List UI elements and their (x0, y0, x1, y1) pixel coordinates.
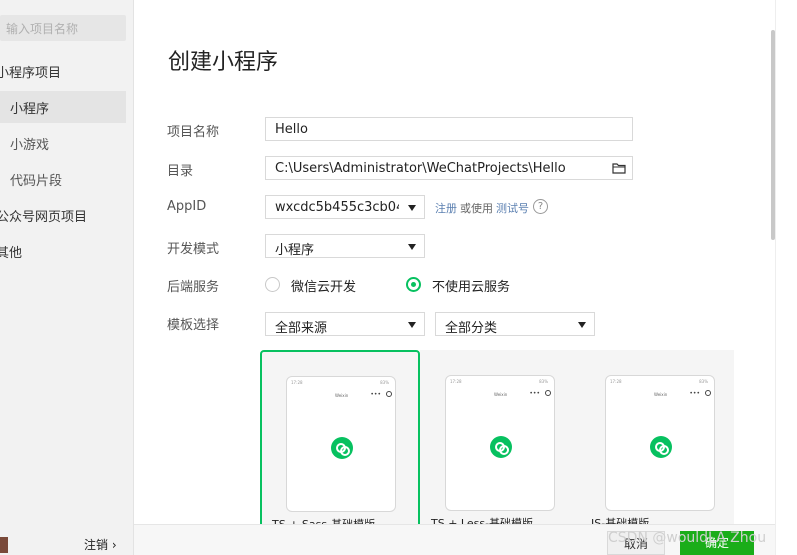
sidebar-item-label: 小程序 (10, 102, 50, 117)
phone-preview: 17:28 83% Weixin ••• (286, 376, 396, 512)
sidebar: 输入项目名称 小程序项目 小程序 小游戏 代码片段 公众号网页项目 其他 注销 … (0, 0, 134, 555)
chevron-down-icon (408, 244, 416, 250)
sidebar-item-official-web[interactable]: 公众号网页项目 (0, 199, 126, 231)
window-edge (775, 0, 797, 555)
appid-select[interactable]: wxcdc5b455c3cb0499 (265, 195, 425, 219)
more-icon: ••• (370, 391, 381, 398)
template-label: 模板选择 (167, 318, 220, 333)
directory-label: 目录 (167, 164, 194, 179)
chevron-down-icon (408, 205, 416, 211)
category-value: 全部分类 (445, 321, 498, 336)
logout-button[interactable]: 注销 › (84, 536, 117, 553)
sidebar-item-miniprogram-project[interactable]: 小程序项目 (0, 55, 126, 87)
backend-label: 后端服务 (167, 280, 220, 295)
directory-input[interactable]: C:\Users\Administrator\WeChatProjects\He… (265, 156, 633, 180)
template-card[interactable]: 17:28 83% Weixin ••• TS + Sass-基础模版 (260, 350, 420, 531)
phone-time: 17:28 (291, 380, 303, 385)
test-account-link[interactable]: 测试号 (496, 200, 529, 216)
sidebar-item-label: 公众号网页项目 (0, 210, 88, 225)
phone-time: 17:28 (610, 379, 622, 384)
phone-preview: 17:28 83% Weixin ••• (445, 375, 555, 511)
chevron-down-icon (408, 322, 416, 328)
or-use-text: 或使用 (460, 202, 493, 215)
capsule-icon (705, 390, 711, 396)
source-select[interactable]: 全部来源 (265, 312, 425, 336)
sidebar-item-other[interactable]: 其他 (0, 235, 126, 267)
sidebar-footer: 注销 › (0, 530, 134, 555)
miniprogram-logo-icon (331, 437, 353, 459)
phone-app-name: Weixin (494, 392, 508, 397)
radio-cloud-dev-label[interactable]: 微信云开发 (291, 276, 356, 295)
phone-battery: 83% (539, 379, 548, 384)
more-icon: ••• (689, 390, 700, 397)
template-card[interactable]: 17:28 83% Weixin ••• TS + Less-基础模版 (420, 350, 580, 530)
capsule-icon (386, 391, 392, 397)
sidebar-item-label: 代码片段 (10, 174, 63, 189)
folder-icon[interactable] (612, 161, 626, 175)
miniprogram-logo-icon (490, 436, 512, 458)
category-select[interactable]: 全部分类 (435, 312, 595, 336)
chevron-down-icon (578, 322, 586, 328)
sidebar-item-label: 小程序项目 (0, 66, 62, 81)
miniprogram-logo-icon (650, 436, 672, 458)
project-name-value: Hello (275, 122, 308, 137)
search-placeholder: 输入项目名称 (6, 22, 79, 36)
capsule-icon (545, 390, 551, 396)
phone-battery: 83% (380, 380, 389, 385)
dev-mode-select[interactable]: 小程序 (265, 234, 425, 258)
appid-label: AppID (167, 199, 207, 214)
phone-time: 17:28 (450, 379, 462, 384)
source-value: 全部来源 (275, 321, 328, 336)
phone-battery: 83% (699, 379, 708, 384)
avatar[interactable] (0, 537, 8, 553)
phone-preview: 17:28 83% Weixin ••• (605, 375, 715, 511)
page-title: 创建小程序 (168, 50, 279, 75)
directory-value: C:\Users\Administrator\WeChatProjects\He… (275, 161, 566, 176)
project-name-input[interactable]: Hello (265, 117, 633, 141)
phone-app-name: Weixin (654, 392, 668, 397)
more-icon: ••• (529, 390, 540, 397)
dev-mode-value: 小程序 (275, 243, 315, 258)
register-link[interactable]: 注册 (435, 200, 457, 216)
watermark: CSDN @wouldLA Zhou (608, 530, 767, 546)
search-input[interactable]: 输入项目名称 (0, 15, 126, 41)
sidebar-item-minigame[interactable]: 小游戏 (0, 127, 126, 159)
radio-cloud-dev[interactable] (265, 277, 280, 292)
project-name-label: 项目名称 (167, 125, 220, 140)
radio-no-cloud[interactable] (406, 277, 421, 292)
sidebar-item-code-snippet[interactable]: 代码片段 (0, 163, 126, 195)
radio-no-cloud-label[interactable]: 不使用云服务 (432, 276, 510, 295)
sidebar-item-label: 其他 (0, 246, 23, 261)
appid-value: wxcdc5b455c3cb0499 (275, 200, 399, 215)
dev-mode-label: 开发模式 (167, 242, 220, 257)
sidebar-item-miniprogram[interactable]: 小程序 (0, 91, 126, 123)
phone-app-name: Weixin (335, 393, 349, 398)
template-card[interactable]: 17:28 83% Weixin ••• JS-基础模版 (580, 350, 734, 530)
help-icon[interactable]: ? (533, 199, 548, 214)
sidebar-item-label: 小游戏 (10, 138, 50, 153)
